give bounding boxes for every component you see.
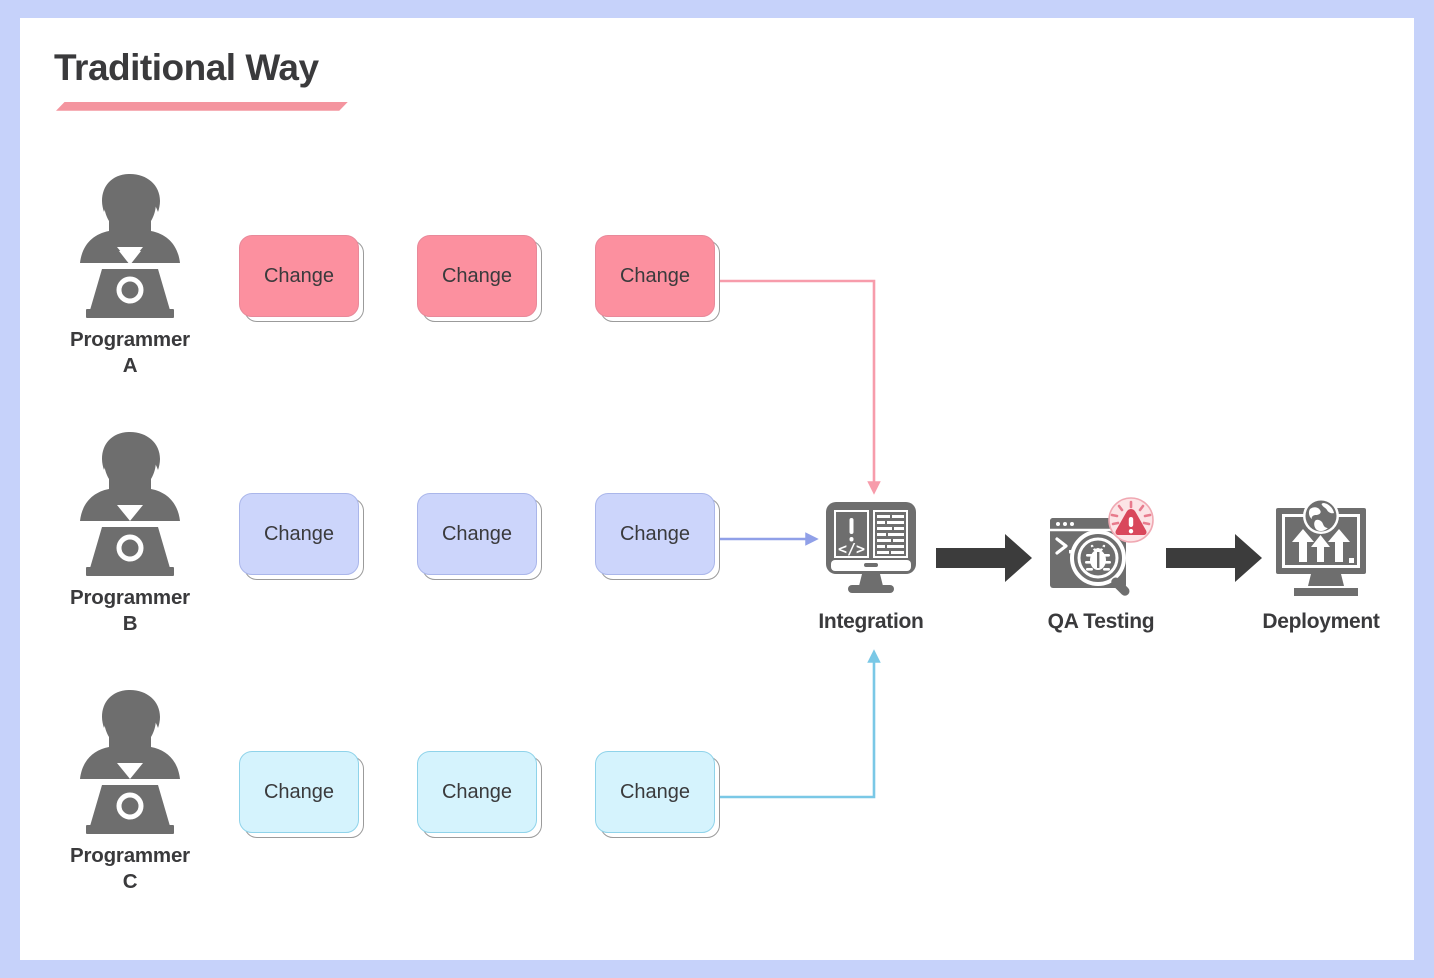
connector-programmer-c (717, 649, 881, 799)
programmer-b-block: Programmer B (30, 426, 230, 637)
programmer-icon (80, 432, 180, 576)
change-box-label: Change (417, 751, 537, 833)
change-box-label: Change (239, 235, 359, 317)
change-box[interactable]: Change (239, 493, 364, 580)
programmer-icon (80, 690, 180, 834)
change-box[interactable]: Change (595, 235, 720, 322)
change-box[interactable]: Change (239, 751, 364, 838)
change-box[interactable]: Change (417, 493, 542, 580)
change-box-label: Change (417, 235, 537, 317)
programmer-icon (80, 174, 180, 318)
change-box[interactable]: Change (417, 751, 542, 838)
programmer-c-label: Programmer C (70, 844, 190, 894)
change-box[interactable]: Change (417, 235, 542, 322)
change-box-label: Change (595, 751, 715, 833)
change-box-label: Change (417, 493, 537, 575)
stage-label-deployment: Deployment (1262, 610, 1380, 633)
diagram-canvas: Traditional Way Programmer A Programmer … (0, 0, 1434, 978)
change-box-label: Change (239, 493, 359, 575)
connector-programmer-a (717, 279, 881, 495)
change-box-label: Change (239, 751, 359, 833)
change-box[interactable]: Change (595, 751, 720, 838)
stage-integration[interactable]: </> Integration (761, 496, 981, 634)
programmer-c-block: Programmer C (30, 684, 230, 895)
diagram-card: Traditional Way Programmer A Programmer … (20, 18, 1414, 960)
change-box-label: Change (595, 493, 715, 575)
svg-text:</>: </> (838, 540, 865, 558)
change-box-label: Change (595, 235, 715, 317)
programmer-a-block: Programmer A (30, 168, 230, 379)
stage-label-integration: Integration (818, 610, 924, 633)
monitor-code-icon: </> (826, 502, 916, 593)
change-box[interactable]: Change (239, 235, 364, 322)
monitor-arrows-globe-icon (1276, 498, 1366, 596)
warning-badge (1108, 497, 1154, 543)
stage-label-qa-testing: QA Testing (1047, 610, 1155, 633)
programmer-b-label: Programmer B (70, 586, 190, 636)
bug-magnifier-terminal-icon (1050, 497, 1154, 596)
programmer-a-label: Programmer A (70, 328, 190, 378)
stage-deployment[interactable]: Deployment (1211, 496, 1431, 634)
change-box[interactable]: Change (595, 493, 720, 580)
stage-qa-testing[interactable]: QA Testing (991, 496, 1211, 634)
